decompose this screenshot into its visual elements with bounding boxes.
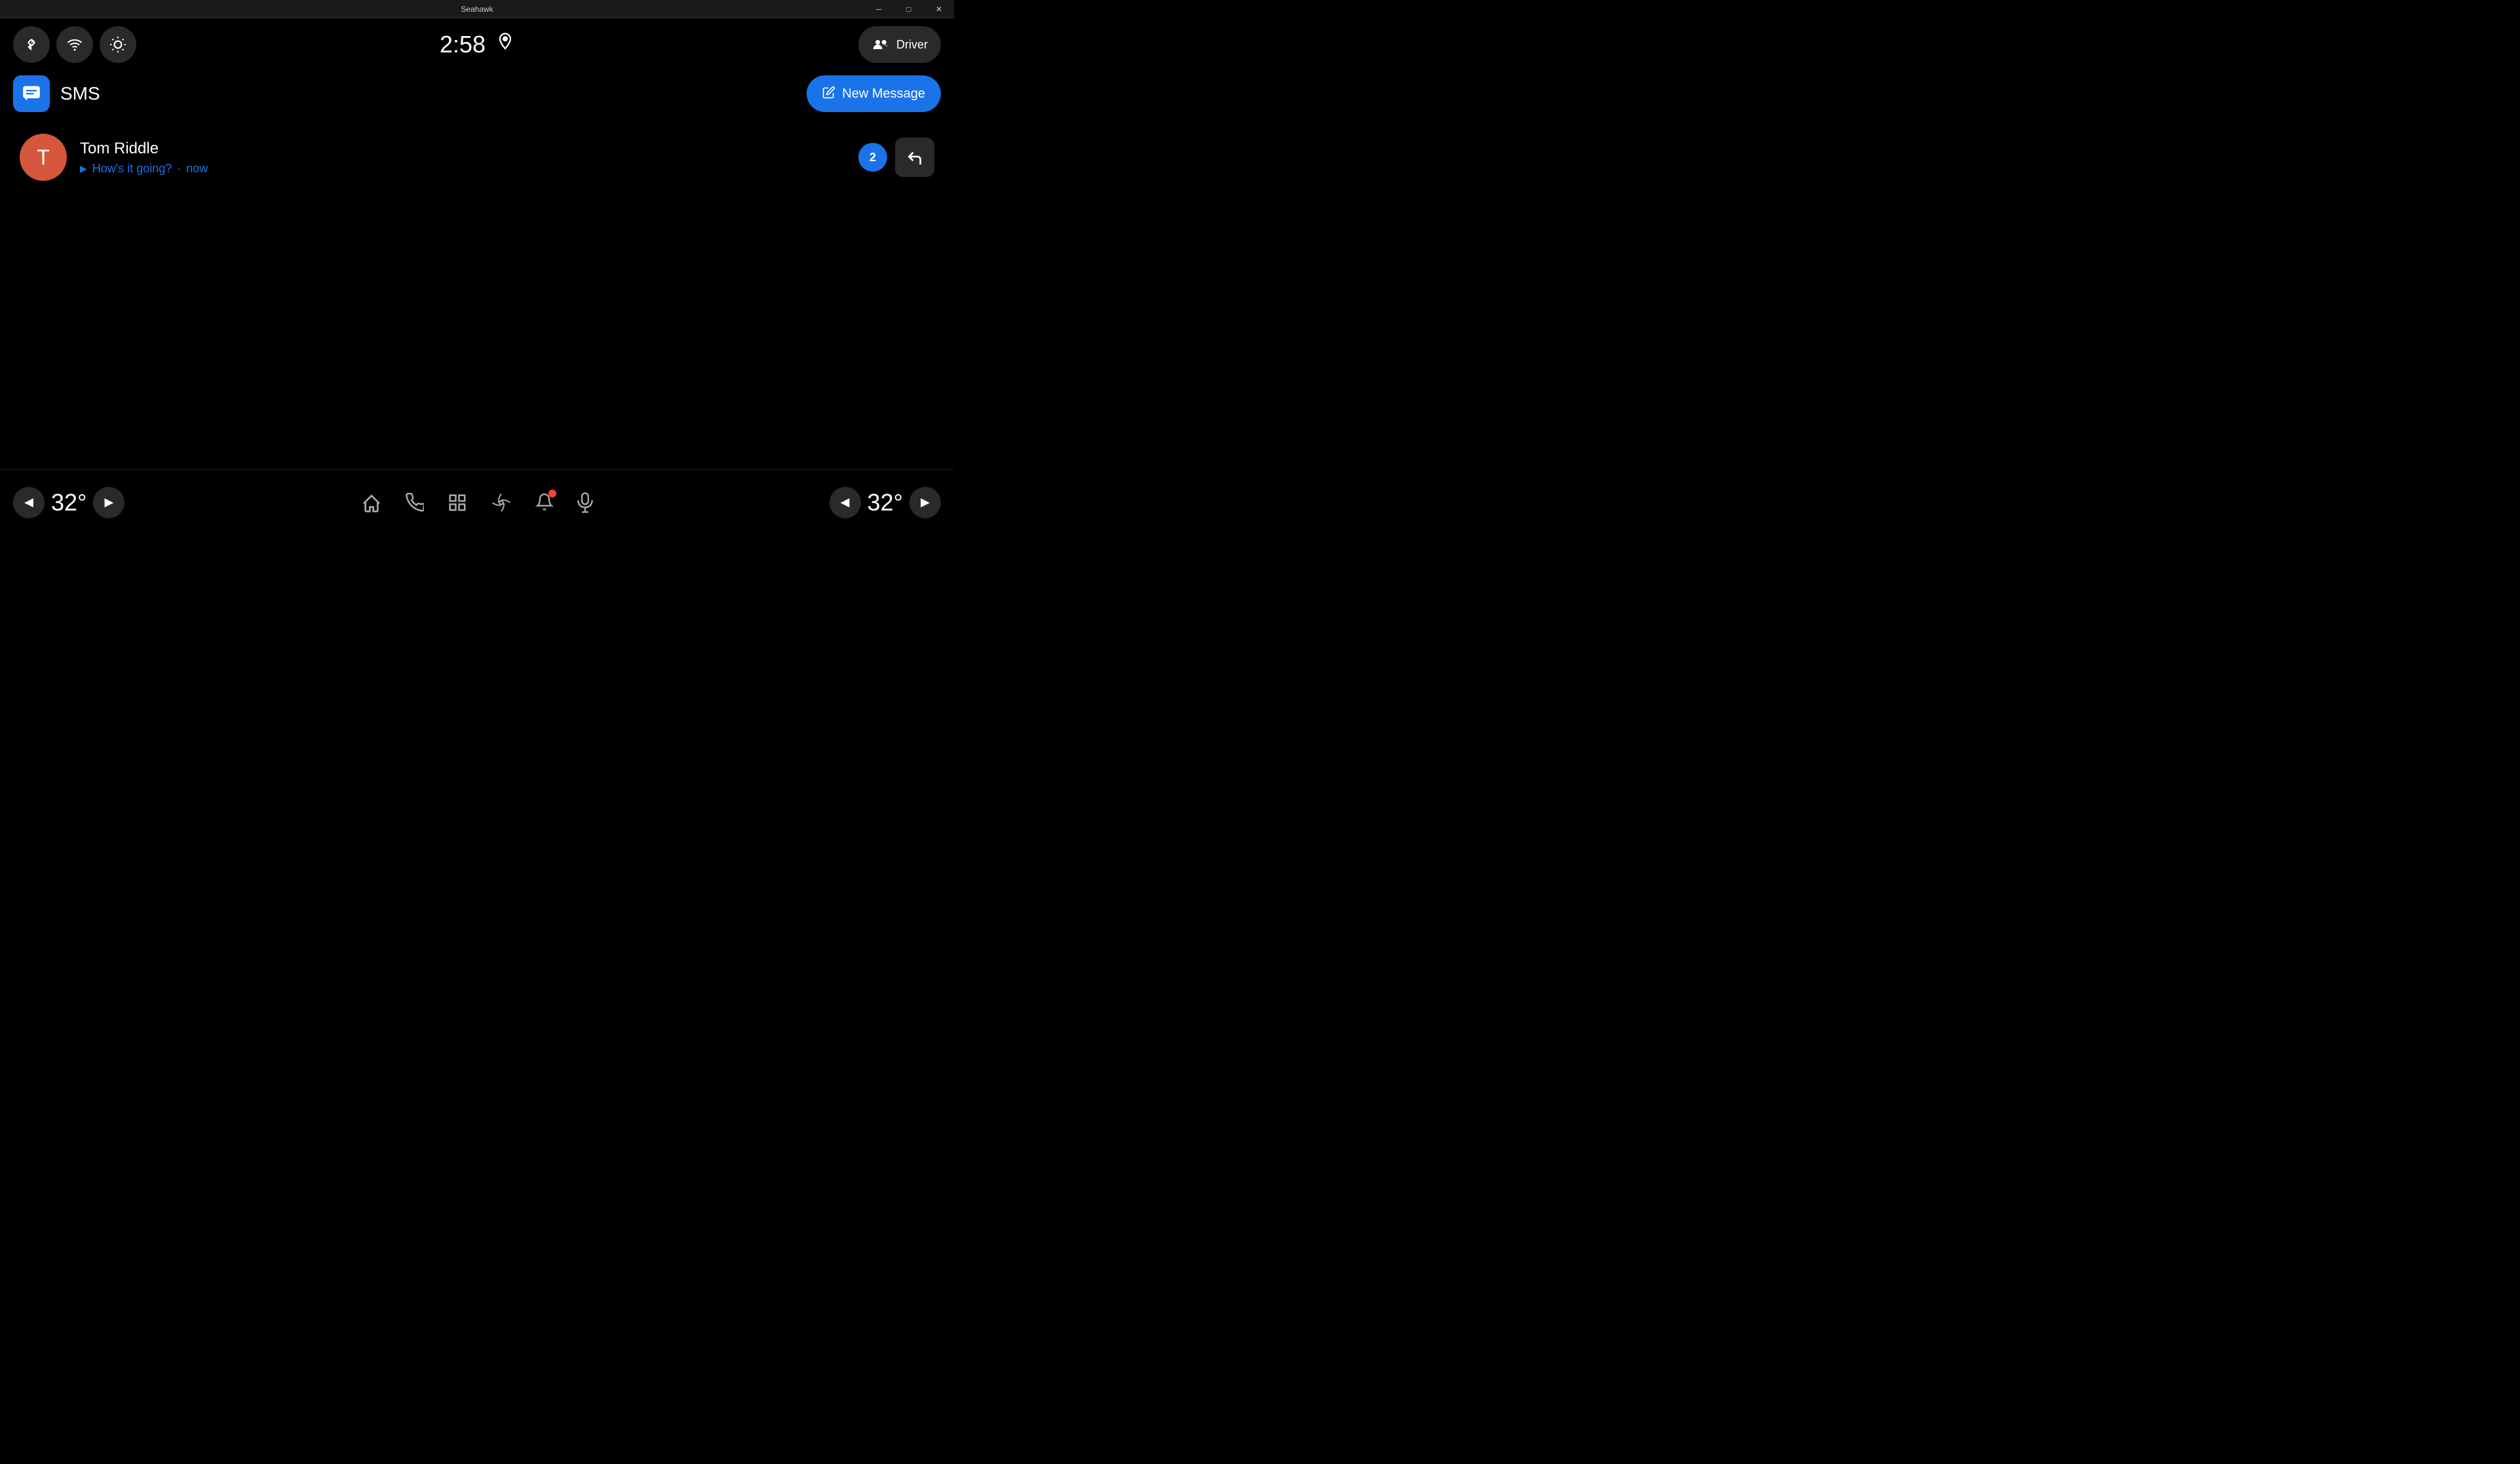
list-item[interactable]: T Tom Riddle ▶ How's it going? · now 2	[13, 123, 941, 191]
location-icon	[496, 32, 514, 58]
phone-icon	[406, 493, 424, 512]
sms-app-icon	[13, 75, 50, 112]
temp-left-decrease-button[interactable]: ◀	[13, 487, 45, 518]
new-message-button[interactable]: New Message	[807, 75, 941, 112]
time-display: 2:58	[440, 31, 486, 58]
driver-button[interactable]: Driver	[858, 26, 941, 63]
page-title: SMS	[60, 83, 807, 104]
driver-icon	[871, 37, 890, 52]
title-bar: Seahawk ─ □ ✕	[0, 0, 954, 18]
bluetooth-button[interactable]	[13, 26, 50, 63]
bluetooth-icon	[24, 37, 39, 52]
wifi-icon	[66, 37, 84, 52]
message-preview: ▶ How's it going? · now	[80, 162, 858, 176]
contact-name: Tom Riddle	[80, 140, 858, 158]
mic-icon	[577, 492, 593, 513]
app-header: SMS New Message	[0, 71, 954, 117]
mic-button[interactable]	[577, 492, 593, 513]
temp-right-decrease-button[interactable]: ◀	[830, 487, 861, 518]
fan-icon	[491, 492, 512, 513]
message-text: How's it going?	[92, 162, 172, 176]
message-content: Tom Riddle ▶ How's it going? · now	[80, 140, 858, 176]
brightness-button[interactable]	[100, 26, 136, 63]
nav-icons	[361, 492, 593, 513]
new-message-label: New Message	[842, 87, 925, 102]
temp-left-value: 32°	[51, 489, 86, 516]
maximize-button[interactable]: □	[894, 0, 924, 18]
temp-left: ◀ 32° ▶	[13, 487, 124, 518]
message-actions: 2	[858, 138, 934, 177]
notification-dot	[548, 490, 556, 497]
temp-left-increase-button[interactable]: ▶	[93, 487, 124, 518]
pencil-icon	[822, 86, 835, 102]
brightness-icon	[109, 36, 126, 53]
phone-button[interactable]	[406, 493, 424, 512]
bell-button[interactable]	[535, 492, 554, 513]
message-time: now	[186, 162, 208, 176]
close-button[interactable]: ✕	[924, 0, 954, 18]
unread-badge: 2	[858, 143, 887, 172]
chat-icon	[22, 85, 41, 102]
fan-button[interactable]	[491, 492, 512, 513]
reply-icon	[906, 150, 923, 164]
temp-right-value: 32°	[868, 489, 903, 516]
message-separator: ·	[177, 162, 181, 176]
driver-label: Driver	[896, 38, 928, 52]
main-content: 2:58 Driver	[0, 18, 954, 535]
message-list: T Tom Riddle ▶ How's it going? · now 2	[0, 117, 954, 469]
minimize-button[interactable]: ─	[864, 0, 894, 18]
status-icons	[13, 26, 136, 63]
reply-button[interactable]	[895, 138, 934, 177]
status-center: 2:58	[440, 31, 514, 58]
home-icon	[361, 493, 382, 512]
bottom-bar: ◀ 32° ▶	[0, 469, 954, 535]
window-title: Seahawk	[461, 5, 493, 14]
status-bar: 2:58 Driver	[0, 18, 954, 71]
wifi-button[interactable]	[56, 26, 93, 63]
avatar: T	[20, 134, 67, 181]
temp-right: ◀ 32° ▶	[830, 487, 941, 518]
window-controls: ─ □ ✕	[864, 0, 954, 18]
home-button[interactable]	[361, 493, 382, 512]
grid-button[interactable]	[448, 493, 467, 512]
grid-icon	[448, 493, 467, 512]
temp-right-increase-button[interactable]: ▶	[909, 487, 941, 518]
play-icon: ▶	[80, 163, 87, 174]
